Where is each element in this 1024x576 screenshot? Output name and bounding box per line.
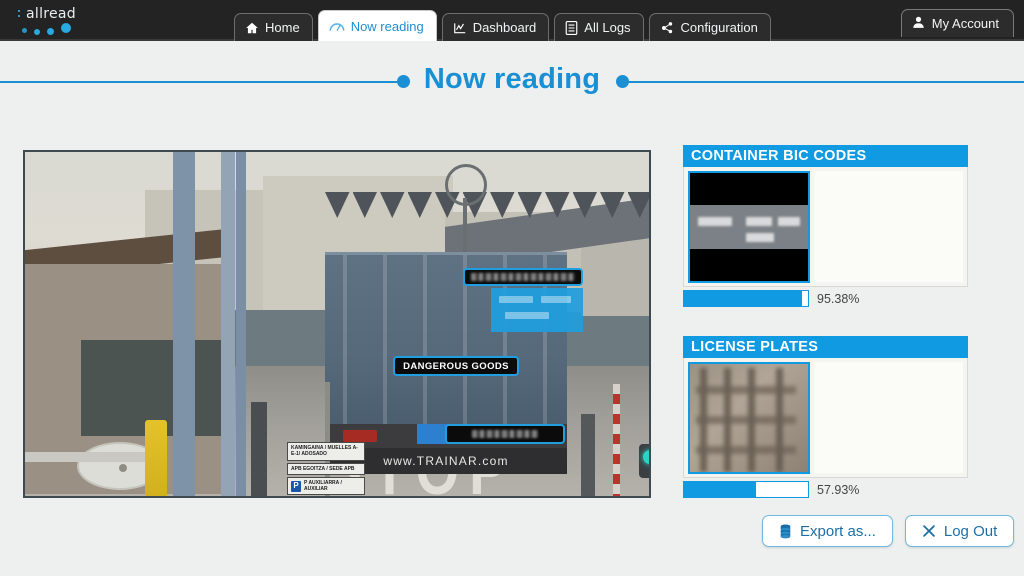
home-icon	[245, 21, 259, 35]
plate-confidence-value: 57.93%	[817, 482, 860, 497]
footer-actions: Export as... Log Out	[762, 515, 1015, 547]
overlay-bic-redacted-text	[471, 273, 575, 281]
bic-confidence-row: 95.38%	[683, 289, 968, 308]
bic-crop-thumbnail[interactable]	[688, 171, 810, 283]
list-icon	[565, 20, 578, 35]
bic-confidence-fill	[684, 291, 803, 306]
card-bic-title: CONTAINER BIC CODES	[683, 145, 968, 167]
overlay-bic-detection[interactable]	[463, 268, 583, 286]
close-x-icon	[922, 524, 936, 538]
road-sign-2: APB EGOITZA / SEDE APB	[287, 462, 365, 475]
plate-confidence-meter	[683, 481, 809, 498]
bic-confidence-value: 95.38%	[817, 291, 860, 306]
plate-crop-image	[690, 364, 808, 472]
scene-bollard	[145, 420, 167, 496]
overlay-dangerous-goods[interactable]: DANGEROUS GOODS	[393, 356, 519, 376]
tab-all-logs-label: All Logs	[584, 20, 631, 35]
overlay-dangerous-goods-label: DANGEROUS GOODS	[403, 360, 509, 372]
tab-now-reading-label: Now reading	[350, 18, 424, 34]
scene-container-placard	[491, 288, 583, 332]
logo-dots-icon	[20, 23, 82, 35]
bic-readout	[814, 171, 963, 282]
log-out-label: Log Out	[943, 522, 998, 540]
overlay-license-plate-detection[interactable]	[445, 424, 565, 444]
scene-pole-c	[236, 152, 246, 496]
database-icon	[779, 523, 792, 539]
scene-road-signs: KAMINGAINA / MUELLES A- E-1/ ADOSADO APB…	[287, 442, 365, 496]
live-video-feed[interactable]: STOP www.TRAINAR.com	[23, 150, 651, 498]
plate-confidence-row: 57.93%	[683, 480, 968, 499]
log-out-button[interactable]: Log Out	[904, 515, 1015, 547]
brand-logo[interactable]: allread	[12, 4, 92, 38]
road-sign-1: KAMINGAINA / MUELLES A- E-1/ ADOSADO	[287, 442, 365, 461]
tab-dashboard[interactable]: Dashboard	[441, 13, 550, 41]
plate-crop-thumbnail[interactable]	[688, 362, 810, 474]
scene-post-b	[581, 414, 595, 496]
scene-building-d	[581, 236, 649, 316]
trailer-brand-text: www.TRAINAR.com	[383, 454, 509, 468]
logo-colon-icon	[18, 10, 20, 20]
export-as-label: Export as...	[800, 522, 876, 540]
scene-taillight-left	[343, 430, 377, 442]
gauge-icon	[329, 19, 345, 33]
scene-guardrail	[25, 452, 145, 462]
card-license-plates: LICENSE PLATES 57.93%	[683, 336, 968, 498]
scene-traffic-light	[639, 444, 649, 478]
bic-crop-strip	[690, 205, 808, 249]
scene-post-a	[251, 402, 267, 496]
title-rule-right	[622, 81, 1024, 83]
tab-now-reading[interactable]: Now reading	[317, 10, 437, 41]
tab-dashboard-label: Dashboard	[472, 20, 537, 35]
page-title: Now reading	[423, 63, 601, 95]
card-container-bic-codes: CONTAINER BIC CODES 95.38%	[683, 145, 968, 307]
top-navigation-bar: allread Home Now reading Dashboard All L…	[0, 0, 1024, 41]
scene-pole-a	[173, 152, 195, 496]
page-title-band: Now reading	[0, 63, 1024, 101]
scene-barrier-gate	[613, 384, 620, 496]
tab-home[interactable]: Home	[234, 13, 313, 41]
overlay-plate-redacted-text	[472, 430, 538, 438]
brand-name: allread	[26, 6, 76, 22]
plate-confidence-fill	[684, 482, 756, 497]
parking-badge-icon: P	[291, 480, 301, 492]
plate-readout	[814, 362, 963, 473]
chart-icon	[453, 21, 467, 35]
card-plates-body	[683, 358, 968, 478]
nav-tabs: Home Now reading Dashboard All Logs Conf…	[234, 9, 776, 41]
person-icon	[912, 15, 925, 32]
my-account-button[interactable]: My Account	[900, 9, 1014, 37]
road-sign-3-label: P AUXILIARRA / AUXILIAR	[304, 479, 342, 492]
bic-confidence-meter	[683, 290, 809, 307]
tab-configuration[interactable]: Configuration	[648, 13, 771, 41]
nodes-icon	[660, 21, 675, 35]
tab-all-logs[interactable]: All Logs	[554, 13, 644, 41]
scene-pole-b	[221, 152, 235, 496]
app-root: allread Home Now reading Dashboard All L…	[0, 0, 1024, 576]
export-as-button[interactable]: Export as...	[762, 515, 893, 547]
card-bic-body	[683, 167, 968, 287]
tab-home-label: Home	[265, 20, 300, 35]
card-plates-title: LICENSE PLATES	[683, 336, 968, 358]
tab-configuration-label: Configuration	[680, 20, 758, 35]
scene-crane	[431, 164, 491, 256]
my-account-label: My Account	[931, 16, 999, 31]
road-sign-3: P P AUXILIARRA / AUXILIAR	[287, 476, 365, 496]
